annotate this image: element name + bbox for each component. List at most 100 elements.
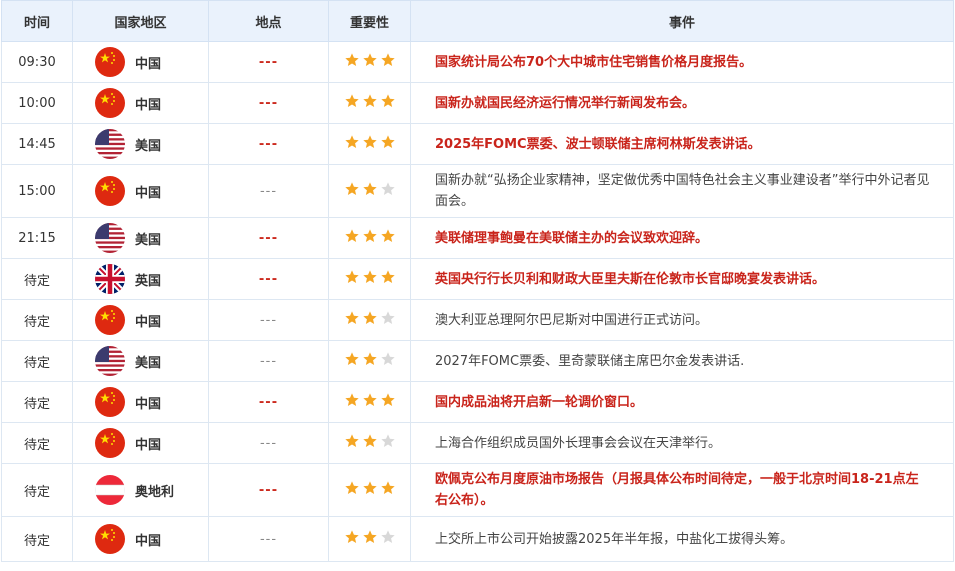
country-wrap: 中国 — [73, 524, 208, 554]
table-row: 09:30 中国 --- 国家统计局公布70个大中城市住宅销售价格月度报告。 — [1, 41, 954, 83]
usa-flag-icon — [95, 223, 125, 253]
table-row: 待定 中国 --- 澳大利亚总理阿尔巴尼斯对中国进行正式访问。 — [1, 299, 954, 341]
event-time: 14:45 — [1, 123, 73, 165]
table-row: 10:00 中国 --- 国新办就国民经济运行情况举行新闻发布会。 — [1, 82, 954, 124]
header-time: 时间 — [1, 0, 73, 42]
star-filled-icon — [362, 94, 377, 107]
header-event: 事件 — [410, 0, 954, 42]
importance-cell — [328, 340, 411, 382]
importance-cell — [328, 299, 411, 341]
china-flag-icon — [95, 176, 125, 206]
country-cell: 美国 — [72, 340, 209, 382]
event-time: 待定 — [1, 422, 73, 464]
star-filled-icon — [344, 53, 359, 66]
importance-cell — [328, 123, 411, 165]
event-description: 国家统计局公布70个大中城市住宅销售价格月度报告。 — [410, 41, 954, 83]
event-description: 上海合作组织成员国外长理事会会议在天津举行。 — [410, 422, 954, 464]
country-cell: 中国 — [72, 164, 209, 218]
table-row: 待定 中国 --- 上海合作组织成员国外长理事会会议在天津举行。 — [1, 422, 954, 464]
country-name: 中国 — [135, 437, 162, 453]
china-flag-icon — [95, 88, 125, 118]
country-cell: 中国 — [72, 516, 209, 562]
country-name: 美国 — [135, 138, 162, 154]
event-description: 美联储理事鲍曼在美联储主办的会议致欢迎辞。 — [410, 217, 954, 259]
star-filled-icon — [344, 182, 359, 195]
country-cell: 美国 — [72, 123, 209, 165]
star-filled-icon — [362, 352, 377, 365]
event-place: --- — [208, 516, 329, 562]
importance-cell — [328, 516, 411, 562]
country-wrap: 美国 — [73, 223, 208, 253]
china-flag-icon — [95, 428, 125, 458]
event-time: 待定 — [1, 299, 73, 341]
star-filled-icon — [344, 481, 359, 494]
star-filled-icon — [362, 393, 377, 406]
star-filled-icon — [362, 311, 377, 324]
event-time: 待定 — [1, 463, 73, 517]
country-cell: 奥地利 — [72, 463, 209, 517]
event-time: 待定 — [1, 381, 73, 423]
event-description: 国新办就“弘扬企业家精神，坚定做优秀中国特色社会主义事业建设者”举行中外记者见面… — [410, 164, 954, 218]
event-place: --- — [208, 123, 329, 165]
event-description: 欧佩克公布月度原油市场报告（月报具体公布时间待定，一般于北京时间18-21点左右… — [410, 463, 954, 517]
star-filled-icon — [344, 94, 359, 107]
table-row: 待定 奥地利 --- 欧佩克公布月度原油市场报告（月报具体公布时间待定，一般于北京时间… — [1, 463, 954, 517]
event-place: --- — [208, 82, 329, 124]
country-cell: 中国 — [72, 299, 209, 341]
event-time: 21:15 — [1, 217, 73, 259]
event-time: 09:30 — [1, 41, 73, 83]
star-filled-icon — [362, 270, 377, 283]
country-cell: 中国 — [72, 82, 209, 124]
header-importance: 重要性 — [328, 0, 411, 42]
event-time: 10:00 — [1, 82, 73, 124]
star-filled-icon — [344, 530, 359, 543]
star-filled-icon — [380, 53, 395, 66]
star-filled-icon — [344, 135, 359, 148]
event-place: --- — [208, 381, 329, 423]
country-name: 中国 — [135, 533, 162, 549]
event-time: 15:00 — [1, 164, 73, 218]
star-empty-icon — [380, 434, 395, 447]
importance-cell — [328, 258, 411, 300]
china-flag-icon — [95, 387, 125, 417]
country-cell: 中国 — [72, 381, 209, 423]
event-description: 2025年FOMC票委、波士顿联储主席柯林斯发表讲话。 — [410, 123, 954, 165]
importance-cell — [328, 422, 411, 464]
importance-stars — [344, 93, 396, 109]
importance-cell — [328, 217, 411, 259]
event-place: --- — [208, 422, 329, 464]
star-filled-icon — [362, 481, 377, 494]
country-wrap: 美国 — [73, 346, 208, 376]
star-filled-icon — [344, 270, 359, 283]
country-wrap: 英国 — [73, 264, 208, 294]
calendar-table: 时间 国家地区 地点 重要性 事件 09:30 中国 --- 国家统计局公布70个大中… — [1, 0, 954, 562]
star-filled-icon — [362, 53, 377, 66]
table-row: 待定 中国 --- 上交所上市公司开始披露2025年半年报，中盐化工拔得头筹。 — [1, 516, 954, 562]
event-description: 国新办就国民经济运行情况举行新闻发布会。 — [410, 82, 954, 124]
importance-cell — [328, 164, 411, 218]
table-header: 时间 国家地区 地点 重要性 事件 — [1, 0, 954, 42]
event-place: --- — [208, 164, 329, 218]
star-filled-icon — [380, 94, 395, 107]
star-empty-icon — [380, 530, 395, 543]
importance-stars — [344, 134, 396, 150]
event-place: --- — [208, 299, 329, 341]
event-description: 国内成品油将开启新一轮调价窗口。 — [410, 381, 954, 423]
country-wrap: 奥地利 — [73, 475, 208, 505]
importance-stars — [344, 269, 396, 285]
importance-cell — [328, 41, 411, 83]
country-wrap: 美国 — [73, 129, 208, 159]
country-name: 英国 — [135, 273, 162, 289]
country-cell: 英国 — [72, 258, 209, 300]
importance-stars — [344, 392, 396, 408]
star-filled-icon — [380, 481, 395, 494]
table-row: 21:15 美国 --- 美联储理事鲍曼在美联储主办的会议致欢迎辞。 — [1, 217, 954, 259]
event-place: --- — [208, 217, 329, 259]
star-filled-icon — [362, 135, 377, 148]
importance-stars — [344, 351, 396, 367]
importance-stars — [344, 52, 396, 68]
country-name: 中国 — [135, 56, 162, 72]
country-wrap: 中国 — [73, 387, 208, 417]
star-filled-icon — [380, 229, 395, 242]
importance-stars — [344, 228, 396, 244]
